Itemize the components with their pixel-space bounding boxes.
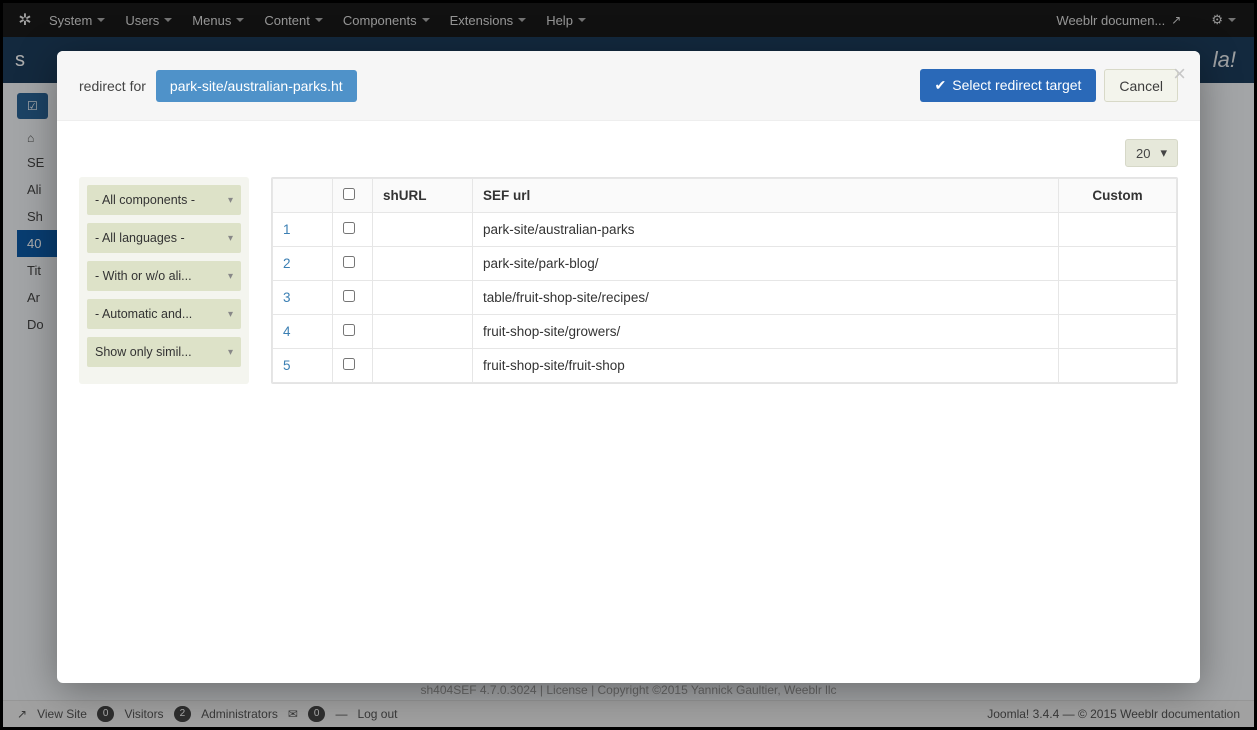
pager-row: 20 ▾	[79, 139, 1178, 167]
table-body: 1 park-site/australian-parks 2 park-site/pa…	[273, 213, 1177, 383]
check-icon: ✔	[935, 77, 947, 93]
redirect-modal: × redirect for park-site/australian-park…	[57, 51, 1200, 683]
chevron-down-icon: ▾	[228, 233, 233, 244]
row-shurl	[373, 349, 473, 383]
row-select	[333, 247, 373, 281]
filter-select[interactable]: - Automatic and... ▾	[87, 299, 241, 329]
filter-label: - All languages -	[95, 231, 185, 245]
row-shurl	[373, 213, 473, 247]
chevron-down-icon: ▾	[228, 271, 233, 282]
row-sef: table/fruit-shop-site/recipes/	[473, 281, 1059, 315]
row-select	[333, 349, 373, 383]
row-sef: fruit-shop-site/fruit-shop	[473, 349, 1059, 383]
row-index: 1	[273, 213, 333, 247]
row-custom	[1059, 247, 1177, 281]
row-shurl	[373, 315, 473, 349]
row-checkbox[interactable]	[343, 290, 355, 302]
url-table: shURL SEF url Custom 1 park-site/australi…	[271, 177, 1178, 384]
filter-select[interactable]: - With or w/o ali... ▾	[87, 261, 241, 291]
header-left: redirect for park-site/australian-parks.…	[79, 70, 357, 102]
row-select	[333, 281, 373, 315]
col-custom[interactable]: Custom	[1059, 179, 1177, 213]
row-shurl	[373, 281, 473, 315]
select-redirect-label: Select redirect target	[952, 77, 1081, 93]
page-size-value: 20	[1136, 146, 1150, 161]
chevron-down-icon: ▾	[1160, 145, 1167, 161]
row-custom	[1059, 213, 1177, 247]
current-url-pill: park-site/australian-parks.ht	[156, 70, 357, 102]
modal-header: redirect for park-site/australian-parks.…	[57, 51, 1200, 121]
col-shurl[interactable]: shURL	[373, 179, 473, 213]
row-select	[333, 213, 373, 247]
table-row[interactable]: 1 park-site/australian-parks	[273, 213, 1177, 247]
row-checkbox[interactable]	[343, 324, 355, 336]
filter-label: - With or w/o ali...	[95, 269, 192, 283]
row-index: 2	[273, 247, 333, 281]
filter-select[interactable]: - All languages - ▾	[87, 223, 241, 253]
row-custom	[1059, 349, 1177, 383]
close-icon[interactable]: ×	[1173, 61, 1186, 87]
row-index: 5	[273, 349, 333, 383]
chevron-down-icon: ▾	[228, 195, 233, 206]
filter-select[interactable]: Show only simil... ▾	[87, 337, 241, 367]
header-actions: ✔ Select redirect target Cancel	[920, 69, 1179, 102]
filter-label: Show only simil...	[95, 345, 192, 359]
redirect-for-label: redirect for	[79, 78, 146, 94]
row-custom	[1059, 315, 1177, 349]
row-custom	[1059, 281, 1177, 315]
row-sef: park-site/park-blog/	[473, 247, 1059, 281]
row-select	[333, 315, 373, 349]
cancel-button[interactable]: Cancel	[1104, 69, 1178, 102]
select-all-checkbox[interactable]	[343, 188, 355, 200]
modal-body: 20 ▾ - All components -▾- All languages …	[57, 121, 1200, 683]
chevron-down-icon: ▾	[228, 347, 233, 358]
filter-panel: - All components -▾- All languages -▾- W…	[79, 177, 249, 384]
row-index: 4	[273, 315, 333, 349]
row-sef: fruit-shop-site/growers/	[473, 315, 1059, 349]
filter-label: - Automatic and...	[95, 307, 192, 321]
table-row[interactable]: 4 fruit-shop-site/growers/	[273, 315, 1177, 349]
col-sef[interactable]: SEF url	[473, 179, 1059, 213]
row-index: 3	[273, 281, 333, 315]
row-shurl	[373, 247, 473, 281]
row-sef: park-site/australian-parks	[473, 213, 1059, 247]
row-checkbox[interactable]	[343, 256, 355, 268]
modal-columns: - All components -▾- All languages -▾- W…	[79, 177, 1178, 384]
table-row[interactable]: 2 park-site/park-blog/	[273, 247, 1177, 281]
filter-label: - All components -	[95, 193, 195, 207]
row-checkbox[interactable]	[343, 358, 355, 370]
col-select-all	[333, 179, 373, 213]
chevron-down-icon: ▾	[228, 309, 233, 320]
table-header-row: shURL SEF url Custom	[273, 179, 1177, 213]
select-redirect-button[interactable]: ✔ Select redirect target	[920, 69, 1097, 102]
page-size-select[interactable]: 20 ▾	[1125, 139, 1178, 167]
table-row[interactable]: 5 fruit-shop-site/fruit-shop	[273, 349, 1177, 383]
col-index	[273, 179, 333, 213]
table-row[interactable]: 3 table/fruit-shop-site/recipes/	[273, 281, 1177, 315]
filter-select[interactable]: - All components - ▾	[87, 185, 241, 215]
row-checkbox[interactable]	[343, 222, 355, 234]
